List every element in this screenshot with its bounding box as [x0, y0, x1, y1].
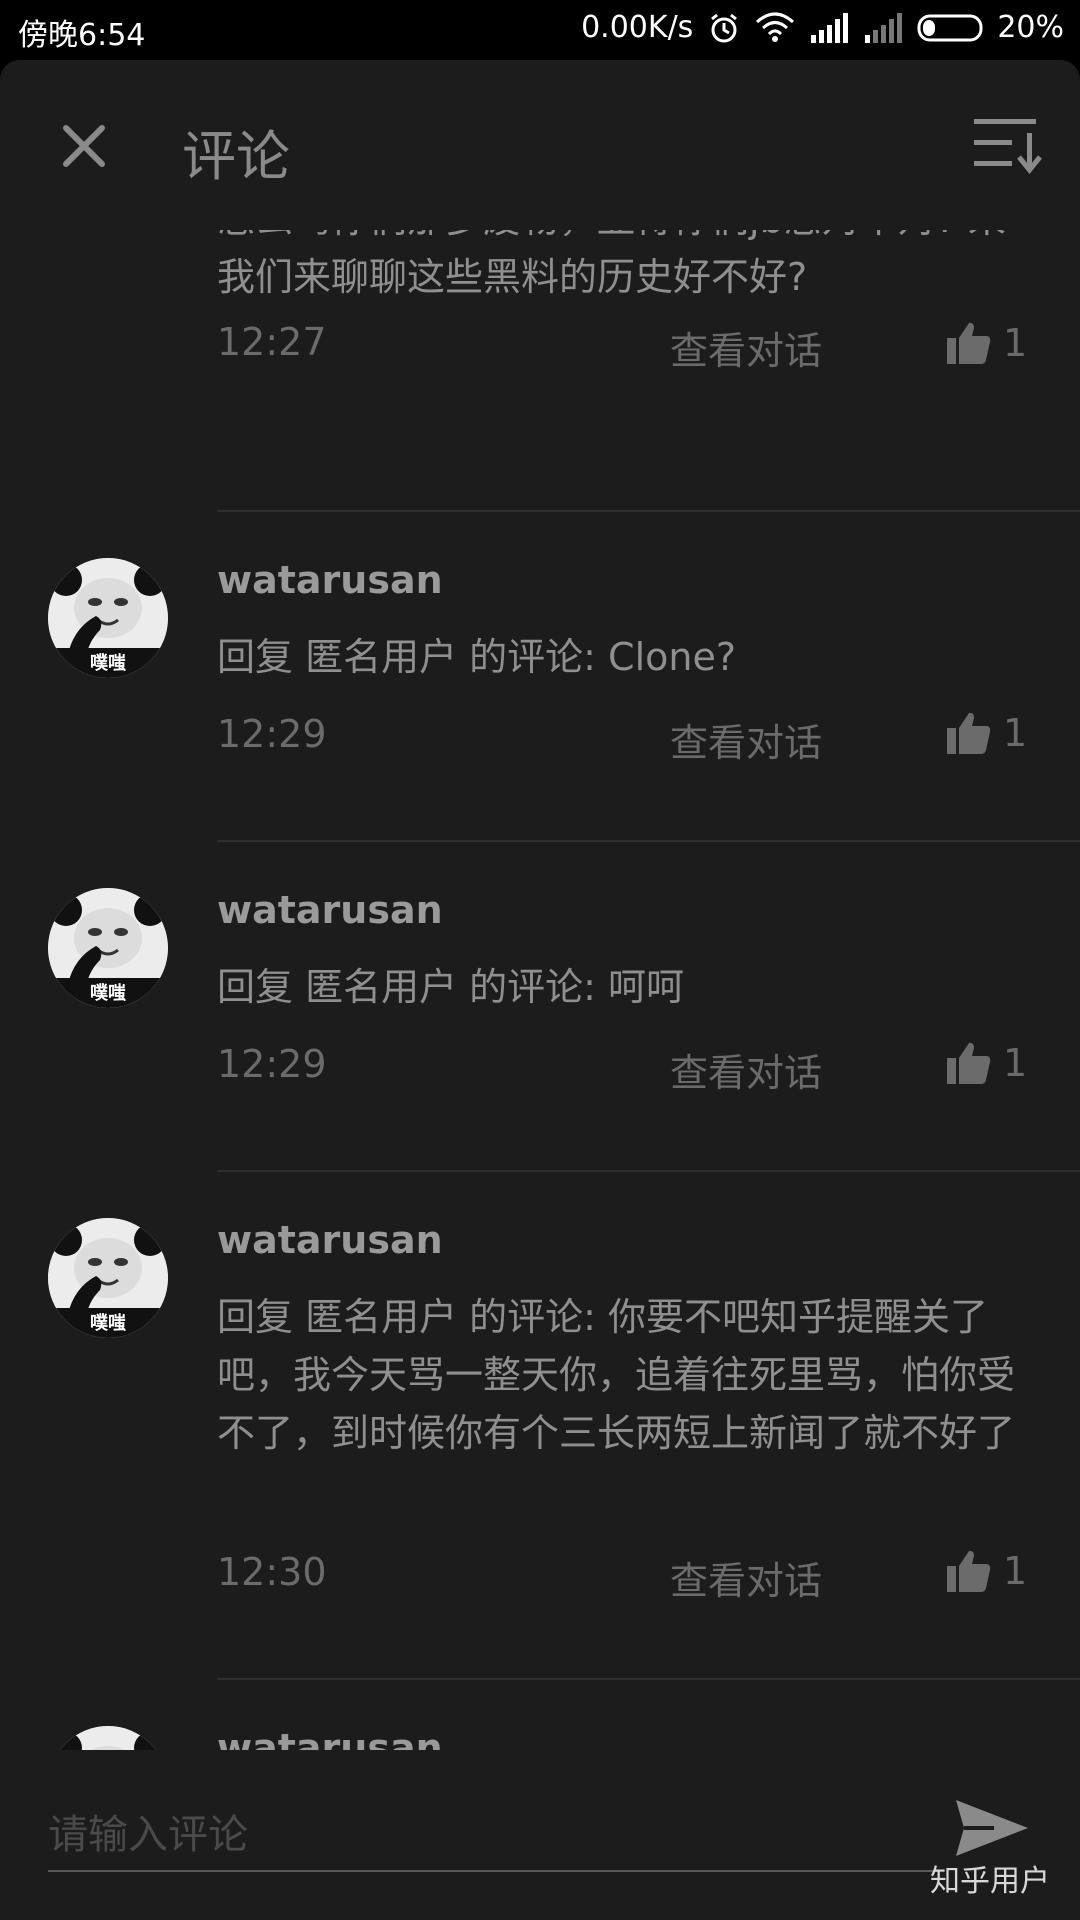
status-bar: 傍晚6:54 0.00K/s 20%	[0, 0, 1080, 60]
like-button[interactable]: 1	[945, 1040, 1027, 1086]
avatar[interactable]: 噗嗤	[48, 558, 168, 678]
divider	[217, 1170, 1080, 1172]
comment-item: 噗嗤 watarusan 回复 匿名用户 的评论: 呵呵 12:29 查看对话 …	[0, 888, 1080, 1168]
divider	[217, 1678, 1080, 1680]
avatar[interactable]: 噗嗤	[48, 888, 168, 1008]
comment-author[interactable]: watarusan	[217, 1218, 443, 1262]
avatar[interactable]: 噗嗤	[48, 1218, 168, 1338]
battery-icon	[917, 13, 987, 43]
comment-time: 12:29	[217, 712, 327, 756]
like-count: 1	[1003, 1041, 1028, 1085]
view-conversation-link[interactable]: 查看对话	[670, 1550, 822, 1605]
close-icon	[63, 125, 105, 167]
screen: 傍晚6:54 0.00K/s 20% 评论 我们来聊聊这些黑料的历史好不好? 1…	[0, 0, 1080, 1920]
divider	[217, 510, 1080, 512]
comment-item: 噗嗤 watarusan 回复 匿名用户 的评论: 你要不吧知乎提醒关了吧，我今…	[0, 1218, 1080, 1678]
avatar-caption: 噗嗤	[90, 982, 126, 1004]
comment-item: 怎么骂你们那多废物，显得你们jb态对不对? 来我们来聊聊这些黑料的历史好不好? …	[0, 210, 1080, 510]
header: 评论	[0, 60, 1080, 230]
avatar-caption: 噗嗤	[90, 652, 126, 674]
thumbs-up-icon	[947, 322, 991, 364]
comment-text: 回复 匿名用户 的评论: 呵呵	[217, 965, 685, 1009]
avatar-caption: 噗嗤	[90, 1312, 126, 1334]
like-button[interactable]: 1	[945, 320, 1027, 366]
comment-input-bar: 知乎用户	[0, 1750, 1080, 1920]
comment-time: 12:29	[217, 1042, 327, 1086]
comment-text: 回复 匿名用户 的评论: Clone?	[217, 635, 737, 679]
comment-text: 回复 匿名用户 的评论: 你要不吧知乎提醒关了吧，我今天骂一整天你，追着往死里骂…	[217, 1295, 1016, 1455]
wifi-icon	[755, 12, 795, 44]
like-count: 1	[1003, 711, 1028, 755]
comment-item: 噗嗤 watarusan 回复 匿名用户 的评论: Clone? 12:29 查…	[0, 558, 1080, 838]
signal-icon	[809, 12, 849, 43]
thumbs-up-icon	[947, 1550, 991, 1592]
view-conversation-link[interactable]: 查看对话	[670, 1042, 822, 1097]
send-button[interactable]	[954, 1798, 1030, 1858]
comments-panel: 评论 怎么骂你们那多废物，显得你们jb态对不对? 来我们来聊聊这些黑料的历史好不…	[0, 60, 1080, 1920]
like-button[interactable]: 1	[945, 1548, 1027, 1594]
comment-input[interactable]	[48, 1800, 938, 1872]
comment-author[interactable]: watarusan	[217, 888, 443, 932]
battery: 20%	[917, 10, 1064, 45]
sort-icon	[974, 119, 1042, 174]
panda-meme-avatar: 噗嗤	[48, 888, 168, 1008]
like-button[interactable]: 1	[945, 710, 1027, 756]
status-time: 傍晚6:54	[18, 18, 146, 53]
signal-icon	[863, 12, 903, 43]
battery-level: 20%	[997, 10, 1064, 45]
view-conversation-link[interactable]: 查看对话	[670, 320, 822, 375]
network-speed: 0.00K/s	[581, 10, 694, 45]
comment-time: 12:30	[217, 1550, 327, 1594]
status-icons: 0.00K/s 20%	[581, 10, 1064, 45]
view-conversation-link[interactable]: 查看对话	[670, 712, 822, 767]
sort-button[interactable]	[972, 115, 1042, 175]
comment-author[interactable]: watarusan	[217, 558, 443, 602]
panda-meme-avatar: 噗嗤	[48, 1218, 168, 1338]
comment-time: 12:27	[217, 320, 327, 364]
divider	[217, 840, 1080, 842]
thumbs-up-icon	[947, 1042, 991, 1084]
like-count: 1	[1003, 1549, 1028, 1593]
close-button[interactable]	[54, 116, 114, 176]
comment-list[interactable]: 怎么骂你们那多废物，显得你们jb态对不对? 来我们来聊聊这些黑料的历史好不好? …	[0, 210, 1080, 1810]
alarm-icon	[707, 11, 741, 45]
like-count: 1	[1003, 321, 1028, 365]
thumbs-up-icon	[947, 712, 991, 754]
page-title: 评论	[182, 125, 290, 188]
send-icon	[956, 1800, 1028, 1856]
watermark: 知乎用户	[930, 1864, 1050, 1899]
panda-meme-avatar: 噗嗤	[48, 558, 168, 678]
